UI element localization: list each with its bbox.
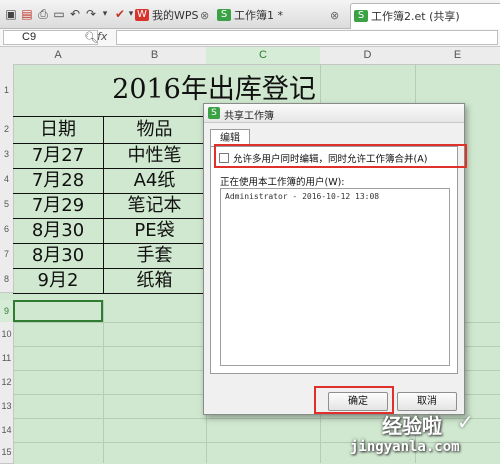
spreadsheet-icon: S: [208, 107, 220, 119]
close-icon[interactable]: ⊗: [200, 3, 209, 28]
wps-logo-icon: W: [135, 9, 149, 21]
select-all-corner[interactable]: [0, 47, 14, 65]
row-header[interactable]: 10: [0, 322, 14, 347]
close-icon[interactable]: ⊗: [330, 3, 339, 28]
users-list[interactable]: Administrator - 2016-10-12 13:08: [220, 188, 450, 366]
table-cell-date[interactable]: 8月30: [13, 218, 104, 244]
spreadsheet-icon: S: [217, 9, 231, 21]
formula-input[interactable]: [116, 30, 498, 45]
row-header[interactable]: 8: [0, 267, 14, 293]
row-header[interactable]: 1: [0, 64, 14, 117]
spreadsheet-icon: S: [354, 10, 368, 22]
row-header[interactable]: 9: [0, 300, 14, 323]
table-cell-item[interactable]: A4纸: [103, 168, 207, 194]
save-icon[interactable]: ▣: [4, 7, 18, 21]
row-header[interactable]: 11: [0, 346, 14, 371]
table-cell-date[interactable]: 8月30: [13, 243, 104, 269]
row-header[interactable]: 4: [0, 167, 14, 193]
zoom-icon[interactable]: 🔍︎: [84, 31, 98, 44]
row-header[interactable]: 3: [0, 142, 14, 168]
checkmark-icon: ✓: [457, 410, 474, 434]
table-cell-item[interactable]: 中性笔: [103, 143, 207, 169]
highlight-box-checkbox: [214, 144, 467, 168]
pdf-export-icon[interactable]: ▤: [20, 7, 34, 21]
row-header[interactable]: 13: [0, 394, 14, 419]
users-label: 正在使用本工作簿的用户(W):: [220, 177, 345, 188]
header-cell-date[interactable]: 日期: [13, 117, 104, 144]
column-header-d[interactable]: D: [320, 47, 416, 65]
column-header-e[interactable]: E: [415, 47, 500, 65]
list-item[interactable]: Administrator - 2016-10-12 13:08: [225, 192, 379, 201]
cancel-button[interactable]: 取消: [397, 392, 457, 411]
table-cell-item[interactable]: 手套: [103, 243, 207, 269]
row-header[interactable]: 2: [0, 116, 14, 143]
watermark-title: 经验啦: [382, 414, 442, 438]
table-cell-date[interactable]: 7月28: [13, 168, 104, 194]
row-header[interactable]: 15: [0, 442, 14, 464]
row-header[interactable]: 7: [0, 242, 14, 268]
print-preview-icon[interactable]: ▭: [52, 7, 66, 21]
watermark-url: jingyanla.com: [350, 439, 460, 455]
header-cell-item[interactable]: 物品: [103, 117, 207, 144]
table-cell-date[interactable]: 9月2: [13, 268, 104, 294]
row-header[interactable]: 14: [0, 418, 14, 443]
table-cell-date[interactable]: 7月27: [13, 143, 104, 169]
cell-reference: C9: [22, 31, 37, 43]
table-cell-date[interactable]: 7月29: [13, 193, 104, 219]
formula-bar: C9 🔍︎ fx: [0, 29, 500, 47]
redo-icon[interactable]: ↷: [84, 7, 98, 21]
selected-cell[interactable]: [13, 300, 103, 322]
fx-icon[interactable]: fx: [97, 30, 107, 43]
tab-workbook2[interactable]: S 工作簿2.et (共享): [350, 3, 500, 29]
tab-label: 工作簿1 *: [234, 9, 283, 22]
table-cell-item[interactable]: 笔记本: [103, 193, 207, 219]
column-header-b[interactable]: B: [103, 47, 207, 65]
data-table: 日期 物品 7月27 中性笔 7月28 A4纸 7月29 笔记本 8月30 PE…: [13, 116, 207, 301]
grid-line: [103, 300, 104, 463]
row-header[interactable]: 5: [0, 192, 14, 218]
more-icon[interactable]: ▾: [98, 7, 112, 21]
print-icon[interactable]: ⎙: [36, 7, 50, 21]
tab-label: 我的WPS: [152, 9, 199, 22]
row-header[interactable]: 6: [0, 217, 14, 243]
row-header[interactable]: 12: [0, 370, 14, 395]
column-header-a[interactable]: A: [13, 47, 104, 65]
dialog-panel: 允许多用户同时编辑，同时允许工作簿合并(A) 正在使用本工作簿的用户(W): A…: [210, 146, 458, 374]
table-cell-item[interactable]: 纸箱: [103, 268, 207, 294]
dialog-title-bar[interactable]: S 共享工作簿: [204, 104, 464, 123]
tab-bar: ▣ ▤ ⎙ ▭ ↶ ↷ ▾ ✔ ▾ W 我的WPS ⊗ S 工作簿1 * ⊗ S…: [0, 0, 500, 29]
tab-label: 工作簿2.et (共享): [371, 10, 460, 23]
column-header-c[interactable]: C: [206, 47, 321, 65]
table-cell-item[interactable]: PE袋: [103, 218, 207, 244]
dialog-title: 共享工作簿: [224, 111, 274, 122]
tab-workbook1[interactable]: S 工作簿1 * ⊗: [214, 3, 364, 28]
undo-icon[interactable]: ↶: [68, 7, 82, 21]
